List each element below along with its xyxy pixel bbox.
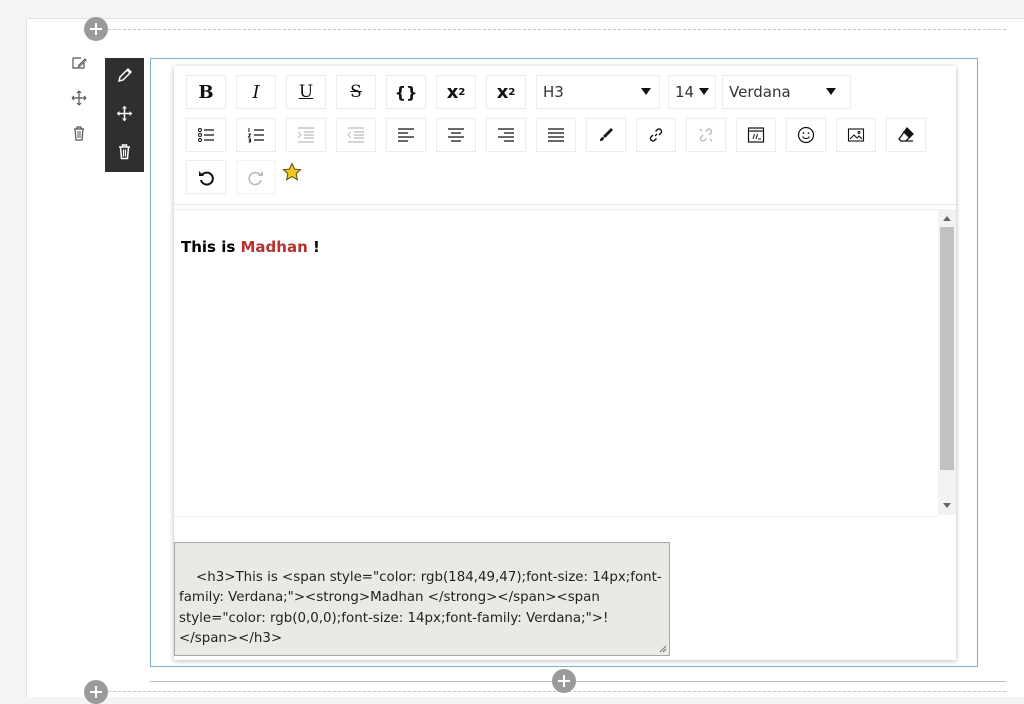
image-icon bbox=[847, 128, 865, 142]
strikethrough-button[interactable]: S bbox=[336, 75, 376, 109]
numbered-list-button[interactable] bbox=[236, 118, 276, 152]
add-block-icon bbox=[558, 675, 570, 687]
content-scrollbar[interactable] bbox=[938, 209, 956, 515]
font-size-select-value: 14 bbox=[675, 83, 695, 101]
numbered-list-icon bbox=[247, 128, 264, 143]
brush-icon bbox=[600, 128, 613, 141]
content-heading: This is Madhan ! bbox=[181, 238, 320, 256]
block-bottom-rule bbox=[150, 681, 1006, 682]
align-center-button[interactable] bbox=[436, 118, 476, 152]
add-block-bottom-button[interactable] bbox=[552, 669, 576, 693]
align-left-button[interactable] bbox=[386, 118, 426, 152]
editor-toolbar: B I U S {} x2 x2 H3 14 Verdana bbox=[174, 66, 956, 205]
font-size-select[interactable]: 14 bbox=[668, 75, 716, 109]
emoji-button[interactable] bbox=[786, 118, 826, 152]
heading-select-value: H3 bbox=[543, 83, 564, 101]
undo-icon bbox=[199, 171, 214, 186]
side-delete-button[interactable] bbox=[70, 124, 88, 142]
chevron-down-icon bbox=[641, 88, 651, 95]
bold-button[interactable]: B bbox=[186, 75, 226, 109]
indent-button[interactable] bbox=[286, 118, 326, 152]
scroll-down-icon[interactable] bbox=[943, 503, 951, 508]
add-block-icon bbox=[90, 23, 102, 35]
strikethrough-label: S bbox=[350, 82, 362, 102]
side-move-button[interactable] bbox=[70, 89, 88, 107]
redo-button[interactable] bbox=[236, 160, 276, 194]
pencil-icon bbox=[117, 67, 133, 83]
content-suffix: ! bbox=[307, 238, 320, 256]
html-source-text: <h3>This is <span style="color: rgb(184,… bbox=[179, 569, 662, 647]
chevron-down-icon bbox=[826, 88, 836, 95]
code-label: {} bbox=[394, 82, 418, 102]
align-left-icon bbox=[398, 128, 414, 142]
delete-block-button[interactable] bbox=[115, 142, 134, 161]
underline-label: U bbox=[298, 82, 314, 102]
bold-label: B bbox=[198, 81, 214, 103]
trash-icon bbox=[119, 144, 130, 160]
subscript-base: x bbox=[496, 81, 509, 103]
redo-icon bbox=[248, 171, 263, 186]
move-icon bbox=[117, 106, 132, 121]
subscript-button[interactable]: x2 bbox=[486, 75, 526, 109]
superscript-exp: 2 bbox=[458, 86, 466, 98]
add-block-top-button[interactable] bbox=[84, 17, 108, 41]
align-right-button[interactable] bbox=[486, 118, 526, 152]
superscript-base: x bbox=[446, 81, 459, 103]
bulleted-list-icon bbox=[198, 128, 214, 142]
move-block-button[interactable] bbox=[115, 104, 134, 123]
move-icon bbox=[71, 90, 87, 106]
content-highlight: Madhan bbox=[240, 238, 308, 256]
unlink-icon bbox=[699, 128, 713, 142]
superscript-button[interactable]: x2 bbox=[436, 75, 476, 109]
italic-label: I bbox=[252, 81, 260, 103]
eraser-icon bbox=[898, 127, 914, 142]
add-block-icon bbox=[90, 686, 102, 698]
content-prefix: This is bbox=[181, 238, 241, 256]
font-family-select[interactable]: Verdana bbox=[722, 75, 851, 109]
edit-icon bbox=[72, 57, 87, 69]
embed-code-icon bbox=[747, 127, 765, 143]
edit-block-button[interactable] bbox=[115, 66, 134, 85]
block-action-bar bbox=[105, 58, 144, 172]
code-button[interactable]: {} bbox=[386, 75, 426, 109]
link-icon bbox=[649, 128, 663, 142]
indent-icon bbox=[297, 127, 314, 143]
side-edit-button[interactable] bbox=[70, 54, 88, 72]
outdent-button[interactable] bbox=[336, 118, 376, 152]
italic-button[interactable]: I bbox=[236, 75, 276, 109]
rich-text-editor: B I U S {} x2 x2 H3 14 Verdana This is M… bbox=[174, 66, 956, 660]
resize-grip-icon[interactable] bbox=[657, 643, 667, 653]
top-separator bbox=[108, 29, 1006, 30]
scroll-up-icon[interactable] bbox=[943, 216, 951, 221]
underline-button[interactable]: U bbox=[286, 75, 326, 109]
scrollbar-thumb[interactable] bbox=[940, 227, 954, 470]
html-source-textarea[interactable]: <h3>This is <span style="color: rgb(184,… bbox=[174, 542, 670, 656]
trash-icon bbox=[74, 126, 84, 141]
emoji-icon bbox=[797, 126, 815, 144]
outdent-icon bbox=[347, 127, 364, 143]
image-button[interactable] bbox=[836, 118, 876, 152]
subscript-sub: 2 bbox=[508, 86, 516, 98]
justify-button[interactable] bbox=[536, 118, 576, 152]
unlink-button[interactable] bbox=[686, 118, 726, 152]
editor-content[interactable]: This is Madhan ! bbox=[174, 209, 938, 517]
favorite-button[interactable] bbox=[282, 162, 302, 182]
star-icon bbox=[282, 162, 302, 181]
bulleted-list-button[interactable] bbox=[186, 118, 226, 152]
chevron-down-icon bbox=[699, 88, 709, 95]
text-color-button[interactable] bbox=[586, 118, 626, 152]
justify-icon bbox=[548, 128, 564, 142]
undo-button[interactable] bbox=[186, 160, 226, 194]
add-block-left-button[interactable] bbox=[84, 680, 108, 704]
clear-format-button[interactable] bbox=[886, 118, 926, 152]
embed-button[interactable] bbox=[736, 118, 776, 152]
align-right-icon bbox=[498, 128, 514, 142]
font-family-select-value: Verdana bbox=[729, 83, 791, 101]
align-center-icon bbox=[448, 128, 464, 142]
link-button[interactable] bbox=[636, 118, 676, 152]
heading-select[interactable]: H3 bbox=[536, 75, 660, 109]
